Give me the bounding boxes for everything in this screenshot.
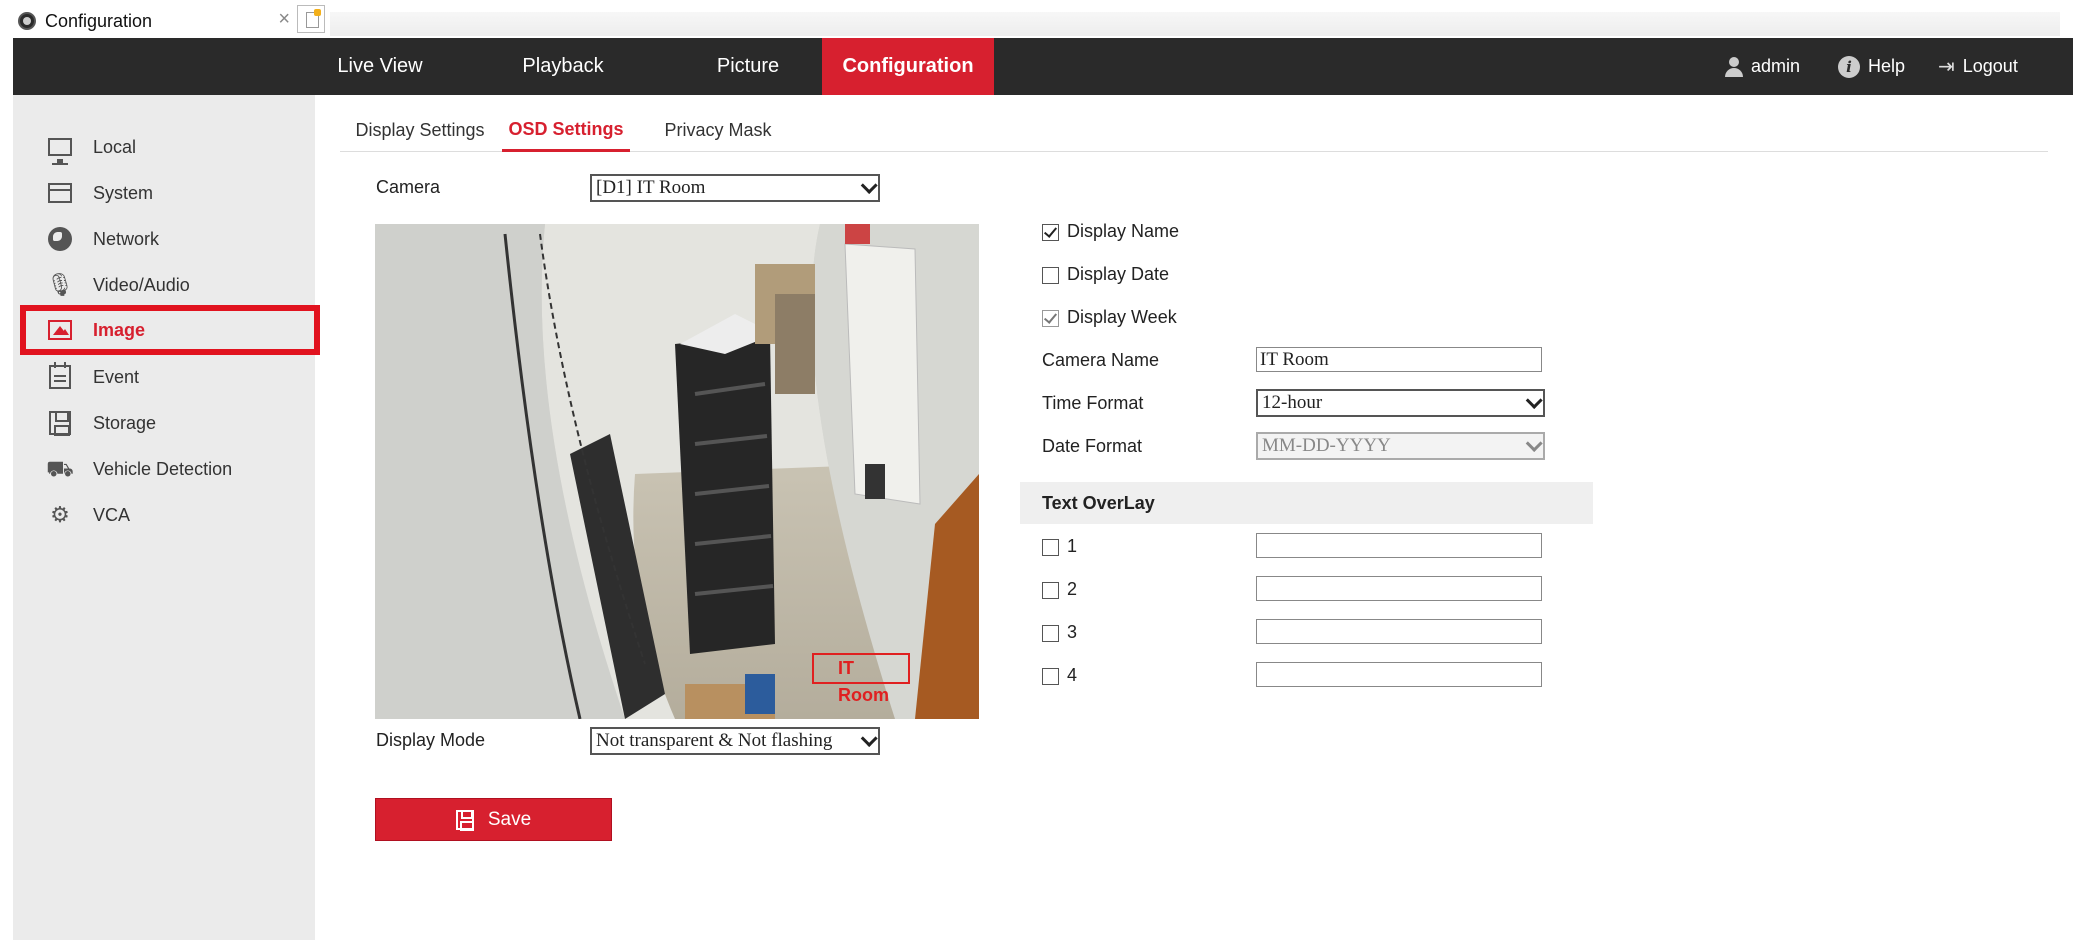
nav-live-view[interactable]: Live View — [320, 38, 440, 95]
time-format-label: Time Format — [1042, 393, 1144, 413]
camera-scene-image — [375, 224, 979, 719]
time-format-value: 12-hour — [1262, 392, 1323, 413]
sidebar-item-vca[interactable]: ⚙ VCA — [20, 493, 315, 537]
sidebar-item-label: System — [93, 182, 154, 203]
image-icon — [45, 317, 75, 343]
logout-icon: ⇥ — [1938, 56, 1955, 78]
camera-name-input[interactable]: IT Room — [1256, 347, 1542, 372]
overlay-4-label: 4 — [1067, 665, 1078, 685]
sidebar-item-image[interactable]: Image — [20, 305, 320, 355]
sidebar-item-label: VCA — [93, 504, 131, 525]
user-icon — [1725, 56, 1743, 77]
overlay-1-checkbox[interactable] — [1042, 539, 1059, 556]
calendar-icon — [45, 362, 75, 390]
tab-display-settings[interactable]: Display Settings — [355, 108, 485, 152]
browser-tab-strip: Configuration × — [0, 0, 2086, 38]
browser-tab[interactable]: Configuration × — [10, 4, 290, 38]
info-icon: i — [1838, 55, 1860, 78]
new-tab-icon[interactable] — [297, 5, 325, 33]
camera-select-value: [D1] IT Room — [596, 177, 706, 198]
sidebar-item-label: Local — [93, 136, 137, 157]
chevron-down-icon — [1525, 392, 1543, 409]
overlay-2-input[interactable] — [1256, 576, 1542, 601]
browser-tab-title: Configuration — [45, 10, 153, 31]
time-format-select[interactable]: 12-hour — [1256, 389, 1545, 417]
sidebar-item-local[interactable]: Local — [20, 125, 315, 169]
sidebar-item-label: Image — [93, 319, 146, 340]
date-format-select[interactable]: MM-DD-YYYY — [1256, 432, 1545, 460]
camera-name-label: Camera Name — [1042, 350, 1160, 370]
microphone-icon: 🎙 — [46, 272, 74, 297]
logout-link[interactable]: ⇥ Logout — [1938, 38, 2018, 95]
overlay-4-checkbox[interactable] — [1042, 668, 1059, 685]
user-menu[interactable]: admin — [1725, 38, 1800, 95]
tab-privacy-mask[interactable]: Privacy Mask — [663, 108, 773, 152]
overlay-1-label: 1 — [1067, 536, 1078, 556]
save-button-label: Save — [487, 808, 532, 830]
image-subtabs: Display Settings OSD Settings Privacy Ma… — [340, 108, 2048, 152]
sidebar-item-system[interactable]: System — [20, 171, 315, 215]
chevron-down-icon — [860, 177, 878, 194]
logout-label: Logout — [1962, 56, 2018, 76]
chevron-down-icon — [1525, 435, 1543, 452]
display-mode-select[interactable]: Not transparent & Not flashing — [590, 727, 880, 755]
tab-strip-background — [330, 12, 2060, 36]
nav-picture[interactable]: Picture — [693, 38, 803, 95]
display-date-label: Display Date — [1067, 264, 1170, 284]
nav-playback[interactable]: Playback — [503, 38, 623, 95]
username-label: admin — [1751, 56, 1801, 76]
date-format-label: Date Format — [1042, 436, 1143, 456]
overlay-3-input[interactable] — [1256, 619, 1542, 644]
sidebar-item-storage[interactable]: Storage — [20, 401, 315, 445]
save-icon — [455, 809, 474, 831]
save-button[interactable]: Save — [375, 798, 612, 841]
display-week-label: Display Week — [1067, 307, 1177, 327]
close-tab-icon[interactable]: × — [278, 8, 290, 31]
display-date-checkbox[interactable] — [1042, 267, 1059, 284]
sidebar-item-label: Video/Audio — [93, 274, 190, 295]
camera-label: Camera — [376, 177, 441, 197]
sidebar-item-event[interactable]: Event — [20, 355, 315, 399]
overlay-2-checkbox[interactable] — [1042, 582, 1059, 599]
camera-favicon-icon — [18, 12, 36, 30]
display-name-label: Display Name — [1067, 221, 1180, 241]
globe-icon — [45, 226, 75, 252]
overlay-2-label: 2 — [1067, 579, 1078, 599]
sidebar-item-vehicle-detection[interactable]: ⛟ Vehicle Detection — [20, 447, 315, 491]
text-overlay-header: Text OverLay — [1020, 482, 1593, 524]
overlay-1-input[interactable] — [1256, 533, 1542, 558]
vehicle-icon: ⛟ — [46, 456, 74, 481]
sidebar-item-label: Storage — [93, 412, 157, 433]
disk-icon — [45, 410, 75, 436]
display-name-checkbox[interactable] — [1042, 224, 1059, 241]
camera-select[interactable]: [D1] IT Room — [590, 174, 880, 202]
sidebar: Local System Network 🎙 Video/Audio Image… — [13, 95, 320, 940]
sidebar-item-video-audio[interactable]: 🎙 Video/Audio — [20, 263, 315, 307]
display-week-checkbox[interactable] — [1042, 310, 1059, 327]
tab-osd-settings[interactable]: OSD Settings — [502, 108, 630, 152]
help-label: Help — [1868, 56, 1906, 76]
sidebar-item-network[interactable]: Network — [20, 217, 315, 261]
display-mode-value: Not transparent & Not flashing — [596, 730, 833, 751]
overlay-4-input[interactable] — [1256, 662, 1542, 687]
overlay-3-label: 3 — [1067, 622, 1078, 642]
display-mode-label: Display Mode — [376, 730, 486, 750]
overlay-3-checkbox[interactable] — [1042, 625, 1059, 642]
chevron-down-icon — [860, 730, 878, 747]
sidebar-item-label: Event — [93, 366, 140, 387]
system-icon — [45, 180, 75, 206]
sidebar-item-label: Vehicle Detection — [93, 458, 233, 479]
camera-preview[interactable]: IT Room — [375, 224, 979, 719]
date-format-value: MM-DD-YYYY — [1262, 435, 1391, 456]
nav-configuration[interactable]: Configuration — [822, 38, 994, 95]
monitor-icon — [45, 134, 75, 165]
help-link[interactable]: i Help — [1838, 38, 1905, 95]
sidebar-item-label: Network — [93, 228, 160, 249]
osd-camera-name-overlay[interactable]: IT Room — [812, 653, 910, 705]
top-navigation-bar: Live View Playback Picture Configuration… — [13, 38, 2073, 95]
vca-icon: ⚙ — [50, 502, 70, 527]
